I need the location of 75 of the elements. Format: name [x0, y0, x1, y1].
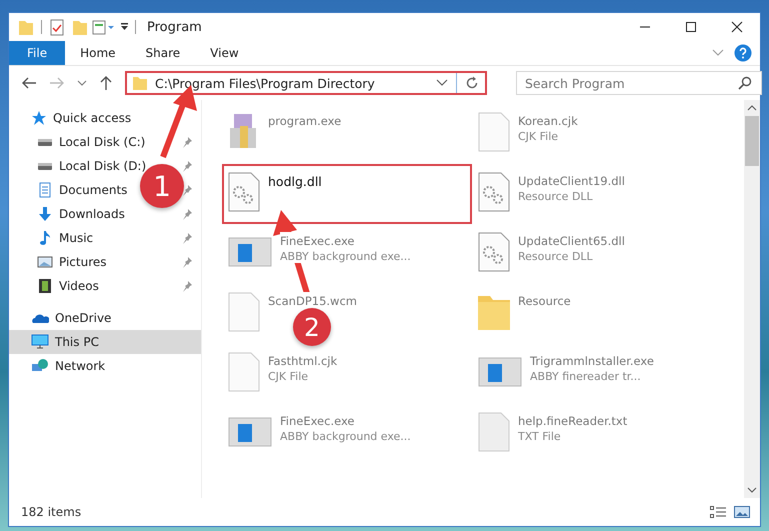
sidebar-item[interactable]: Local Disk (C:) — [59, 135, 146, 149]
scroll-up-icon[interactable] — [747, 104, 757, 112]
file-type: Resource DLL — [518, 190, 594, 203]
sidebar-item[interactable]: Documents — [59, 183, 128, 197]
file-name[interactable]: ScanDP15.wcm — [268, 294, 357, 308]
settings-file-icon — [228, 172, 260, 212]
file-name[interactable]: Korean.cjk — [518, 114, 578, 128]
scroll-down-icon[interactable] — [747, 486, 757, 494]
back-arrow-icon[interactable] — [21, 76, 37, 90]
settings-file-icon — [478, 172, 510, 212]
item-count: 182 items — [21, 505, 82, 519]
ribbon-tab[interactable]: View — [195, 41, 254, 65]
music-note-icon — [37, 230, 53, 246]
folder-icon — [133, 75, 147, 91]
address-bar[interactable]: C:\Program Files\Program Directory — [125, 71, 487, 95]
file-name[interactable]: hodlg.dll — [268, 174, 322, 189]
scrollbar[interactable] — [744, 100, 760, 498]
drive-icon — [37, 162, 53, 170]
file-icon — [228, 292, 260, 332]
address-path: C:\Program Files\Program Directory — [155, 76, 376, 90]
file-type: ABBY background exe... — [280, 250, 411, 263]
maximize-icon — [685, 21, 697, 33]
picture-icon — [37, 254, 53, 270]
help-icon[interactable] — [734, 44, 752, 62]
up-arrow-icon[interactable] — [99, 75, 113, 91]
dropdown-icon[interactable] — [436, 79, 448, 87]
ribbon-tab[interactable]: Share — [130, 41, 196, 65]
file-type: ABBY finereader tr... — [530, 370, 642, 383]
star-icon — [31, 110, 47, 126]
sidebar-item[interactable]: This PC — [55, 335, 99, 349]
sidebar-item[interactable]: Music — [59, 231, 94, 245]
recent-dropdown-icon[interactable] — [77, 79, 87, 87]
expand-ribbon-icon[interactable] — [712, 49, 724, 57]
step-badge: 2 — [293, 308, 331, 346]
sidebar-item[interactable]: Local Disk (D:) — [59, 159, 146, 173]
download-icon — [37, 206, 53, 222]
document-icon — [37, 182, 53, 198]
sidebar-item[interactable]: Videos — [59, 279, 99, 293]
file-type: CJK File — [518, 130, 560, 143]
refresh-icon[interactable] — [465, 76, 479, 90]
details-view-icon[interactable] — [710, 505, 726, 519]
file-type: Resource DLL — [518, 250, 594, 263]
file-name[interactable]: help.fineReader.txt — [518, 414, 628, 428]
text-file-icon — [478, 412, 510, 452]
file-name[interactable]: FineExec.exe — [280, 234, 411, 248]
search-field[interactable]: Search Program — [516, 71, 762, 95]
close-icon — [731, 21, 743, 33]
large-icons-view-icon[interactable] — [734, 505, 750, 519]
sidebar-item[interactable]: OneDrive — [55, 311, 112, 325]
sidebar-item[interactable]: Network — [55, 359, 106, 373]
computer-icon — [31, 334, 49, 350]
ribbon-tab[interactable]: File — [9, 41, 66, 65]
file-name[interactable]: FineExec.exe — [280, 414, 411, 428]
settings-file-icon — [478, 232, 510, 272]
file-icon — [228, 352, 260, 392]
window-title: Program — [147, 20, 202, 34]
scroll-thumb[interactable] — [745, 116, 759, 166]
drive-icon — [37, 138, 53, 146]
ribbon-tab[interactable]: Home — [65, 41, 131, 65]
file-name[interactable]: Fasthtml.cjk — [268, 354, 338, 368]
sidebar-item[interactable]: Downloads — [59, 207, 125, 221]
file-name[interactable]: Resource — [518, 294, 571, 308]
sidebar-item[interactable]: Quick access — [53, 111, 132, 125]
sidebar-item[interactable]: Pictures — [59, 255, 107, 269]
file-name[interactable]: UpdateClient65.dll — [518, 234, 625, 248]
file-name[interactable]: program.exe — [268, 114, 342, 128]
network-icon — [31, 358, 49, 374]
file-type: CJK File — [268, 370, 310, 383]
film-icon — [37, 278, 53, 294]
file-type: TXT File — [518, 430, 562, 443]
file-name[interactable]: UpdateClient19.dll — [518, 174, 625, 188]
highlighted-file-item[interactable]: hodlg.dll — [222, 164, 472, 224]
file-icon — [478, 112, 510, 152]
file-name[interactable]: Trigrammlnstaller.exe — [530, 354, 654, 368]
file-type: ABBY background exe... — [280, 430, 411, 443]
